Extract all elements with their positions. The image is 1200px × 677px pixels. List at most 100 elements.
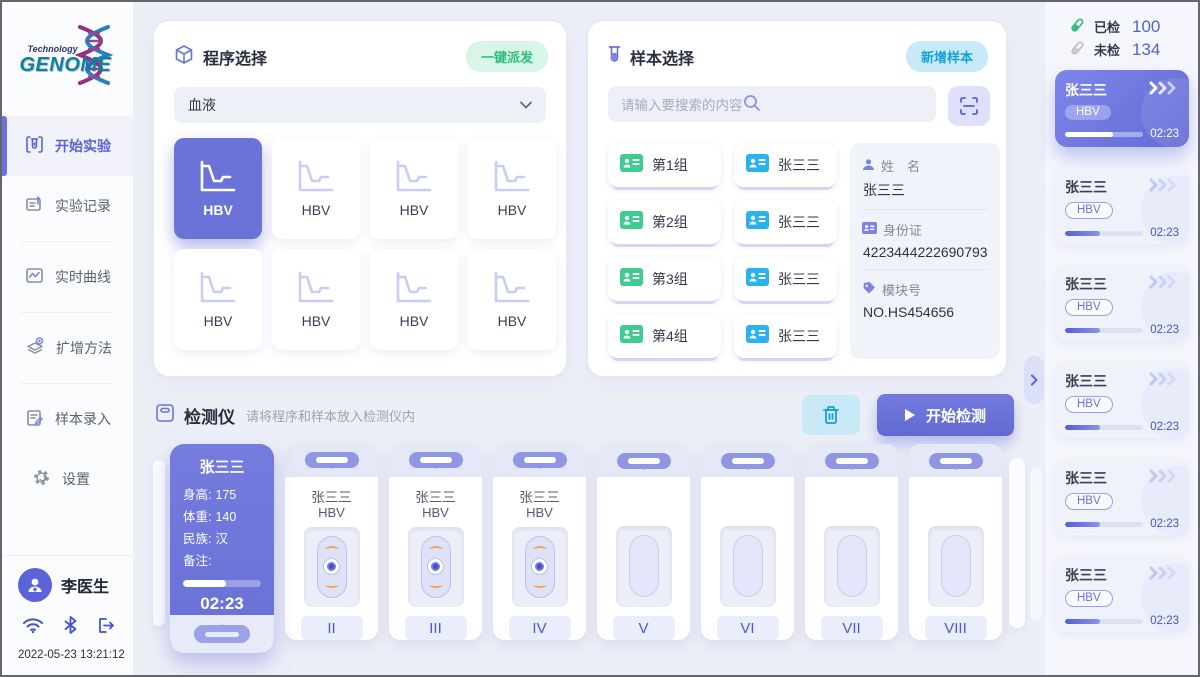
stacked-card-edge: [1009, 458, 1025, 628]
group-chip[interactable]: 第3组: [608, 257, 721, 301]
wifi-icon[interactable]: [22, 617, 44, 639]
cartridge-well: [824, 526, 880, 607]
program-badge: HBV: [1065, 202, 1113, 219]
expand-panel-tab[interactable]: [1024, 356, 1044, 404]
tray-handle[interactable]: [513, 452, 567, 468]
slot-card[interactable]: VII: [805, 444, 898, 640]
sidebar-item-experiment-records[interactable]: 实验记录: [2, 176, 133, 236]
slot-number: IV: [509, 616, 571, 640]
progress-fill: [1065, 231, 1100, 236]
app-window: Technology GENOME 开始实验 实验记录 实时曲线 扩增方法: [0, 0, 1200, 677]
sample-type-dropdown[interactable]: 血液: [174, 87, 546, 123]
slot-card[interactable]: 张三三 HBV IV: [493, 444, 586, 640]
bluetooth-icon[interactable]: [64, 616, 77, 639]
logo-technology-text: Technology: [28, 44, 78, 54]
cartridge: [525, 536, 555, 598]
slot-number: VII: [821, 616, 883, 640]
queue-patient-name: 张三三: [1065, 177, 1107, 197]
group-chip[interactable]: 第2组: [608, 200, 721, 244]
progress-track: [1065, 522, 1143, 527]
detector-hint: 请将程序和样本放入检测仪内: [246, 406, 415, 425]
queue-card[interactable]: 张三三 HBV 02:23: [1055, 361, 1189, 438]
sample-detail-panel: 姓 名 张三三 身份证 4223444222690793 模块号 NO.HS45…: [850, 143, 1000, 359]
orange-mark: [429, 581, 442, 588]
slot-head: [597, 444, 690, 477]
cartridge-well: [928, 526, 984, 607]
program-card[interactable]: HBV: [468, 138, 556, 239]
search-icon: [743, 94, 761, 115]
program-card[interactable]: HBV: [370, 138, 458, 239]
sample-chip[interactable]: 张三三: [734, 257, 837, 301]
group-chip[interactable]: 第4组: [608, 314, 721, 358]
slot-head: [389, 444, 482, 477]
start-detection-button[interactable]: 开始检测: [877, 394, 1014, 436]
sidebar-item-settings[interactable]: 设置: [2, 449, 133, 509]
cartridge-well: [616, 526, 672, 607]
slot-card[interactable]: V: [597, 444, 690, 640]
slot-card[interactable]: 张三三 HBV III: [389, 444, 482, 640]
tray-handle[interactable]: [721, 453, 775, 469]
program-card[interactable]: HBV: [272, 249, 360, 350]
sidebar-item-start-experiment[interactable]: 开始实验: [2, 116, 133, 176]
datetime: 2022-05-23 13:21:12: [18, 649, 119, 669]
trash-button[interactable]: [802, 395, 860, 435]
queue-card[interactable]: 张三三 HBV 02:23: [1055, 458, 1189, 535]
sample-chip[interactable]: 张三三: [734, 314, 837, 358]
cartridge-well: [720, 526, 776, 607]
one-key-dispatch-button[interactable]: 一键派发: [466, 41, 548, 72]
queue-card[interactable]: 张三三 HBV 02:23: [1055, 167, 1189, 244]
slot-card[interactable]: 张三三 HBV II: [285, 444, 378, 640]
scan-barcode-button[interactable]: [948, 86, 990, 126]
sidebar-item-amplification-method[interactable]: 扩增方法: [2, 318, 133, 378]
checked-count: 100: [1132, 17, 1160, 37]
queue-card[interactable]: 张三三 HBV 02:23: [1055, 264, 1189, 341]
slot-number: V: [613, 616, 675, 640]
chevrons-icon: [1149, 275, 1179, 294]
tag-icon: [862, 281, 876, 298]
logout-icon[interactable]: [97, 617, 115, 639]
sidebar-item-label: 实验记录: [55, 196, 111, 216]
slot-number: III: [405, 616, 467, 640]
progress-track: [1065, 132, 1143, 137]
queue-card[interactable]: 张三三 HBV 02:23: [1055, 555, 1189, 632]
group-chip[interactable]: 第1组: [608, 143, 721, 187]
tray-handle[interactable]: [617, 453, 671, 469]
program-card[interactable]: HBV: [174, 138, 262, 239]
sidebar-menu: 开始实验 实验记录 实时曲线 扩增方法 样本录入: [2, 112, 133, 555]
avatar[interactable]: [18, 568, 52, 602]
cartridge-empty: [733, 535, 763, 597]
dropdown-value: 血液: [188, 95, 216, 115]
add-sample-button[interactable]: 新增样本: [906, 41, 988, 72]
program-badge: HBV: [1065, 590, 1113, 607]
sample-chip[interactable]: 张三三: [734, 143, 837, 187]
slot-card-expanded[interactable]: 张三三 身高:175 体重:140 民族:汉 备注: 02:23: [170, 444, 274, 653]
chevrons-icon: [1149, 81, 1179, 100]
tray-handle[interactable]: [929, 453, 983, 469]
divider: [862, 269, 988, 270]
tray-handle[interactable]: [194, 625, 250, 643]
search-input[interactable]: 请输入要搜索的内容: [608, 86, 936, 122]
sample-idcard-icon: [746, 211, 769, 234]
progress-fill: [1065, 425, 1100, 430]
background-card-edge: [153, 460, 165, 626]
ethnicity-value: 汉: [215, 528, 228, 550]
tray-handle[interactable]: [825, 453, 879, 469]
slot-card[interactable]: VI: [701, 444, 794, 640]
slot-progress-track: [183, 580, 261, 587]
slot-card[interactable]: VIII: [909, 444, 1002, 640]
program-card[interactable]: HBV: [272, 138, 360, 239]
orange-mark: [429, 546, 442, 553]
queue-card-active[interactable]: 张三三 HBV 02:23: [1055, 70, 1189, 147]
sidebar-item-realtime-curve[interactable]: 实时曲线: [2, 247, 133, 307]
queue-stats: 已检 100 未检 134: [1055, 15, 1188, 61]
program-card[interactable]: HBV: [370, 249, 458, 350]
tray-handle[interactable]: [409, 452, 463, 468]
tray-handle[interactable]: [305, 452, 359, 468]
menu-divider: [20, 383, 115, 384]
weight-value: 140: [215, 506, 236, 528]
cartridge-dot: [428, 559, 443, 574]
program-card[interactable]: HBV: [468, 249, 556, 350]
sidebar-item-sample-entry[interactable]: 样本录入: [2, 389, 133, 449]
sample-chip[interactable]: 张三三: [734, 200, 837, 244]
program-card[interactable]: HBV: [174, 249, 262, 350]
